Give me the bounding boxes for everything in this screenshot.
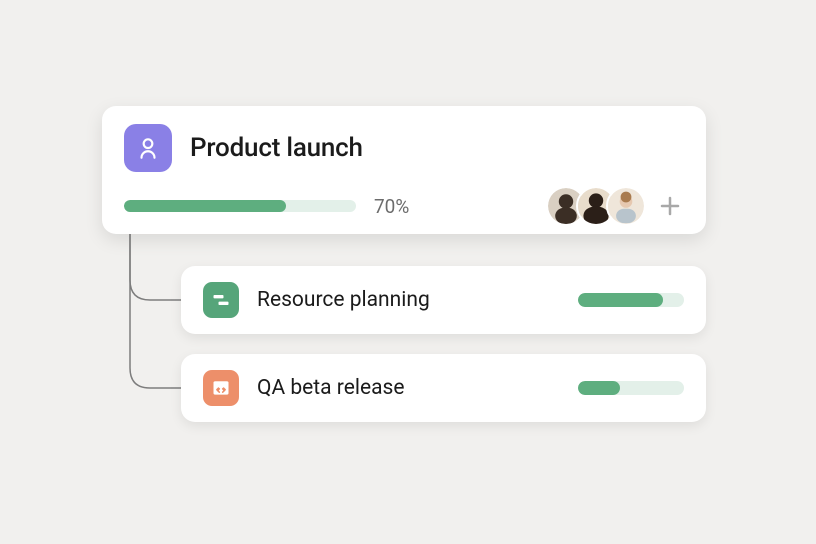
- progress-bar: [578, 381, 684, 395]
- avatar[interactable]: [606, 186, 646, 226]
- timeline-icon: [203, 282, 239, 318]
- brain-icon: [124, 124, 172, 172]
- goal-card-child[interactable]: Resource planning: [181, 266, 706, 334]
- member-avatars: [546, 186, 684, 226]
- progress-bar: [578, 293, 684, 307]
- tree-connector: [128, 234, 182, 414]
- goal-card-parent[interactable]: Product launch 70%: [102, 106, 706, 234]
- progress-bar: [124, 200, 356, 212]
- goal-title: Resource planning: [257, 288, 430, 312]
- code-icon: [203, 370, 239, 406]
- goal-title: QA beta release: [257, 376, 404, 400]
- goal-card-child[interactable]: QA beta release: [181, 354, 706, 422]
- progress-label: 70%: [374, 195, 409, 218]
- goal-title: Product launch: [190, 133, 363, 163]
- add-member-button[interactable]: [656, 192, 684, 220]
